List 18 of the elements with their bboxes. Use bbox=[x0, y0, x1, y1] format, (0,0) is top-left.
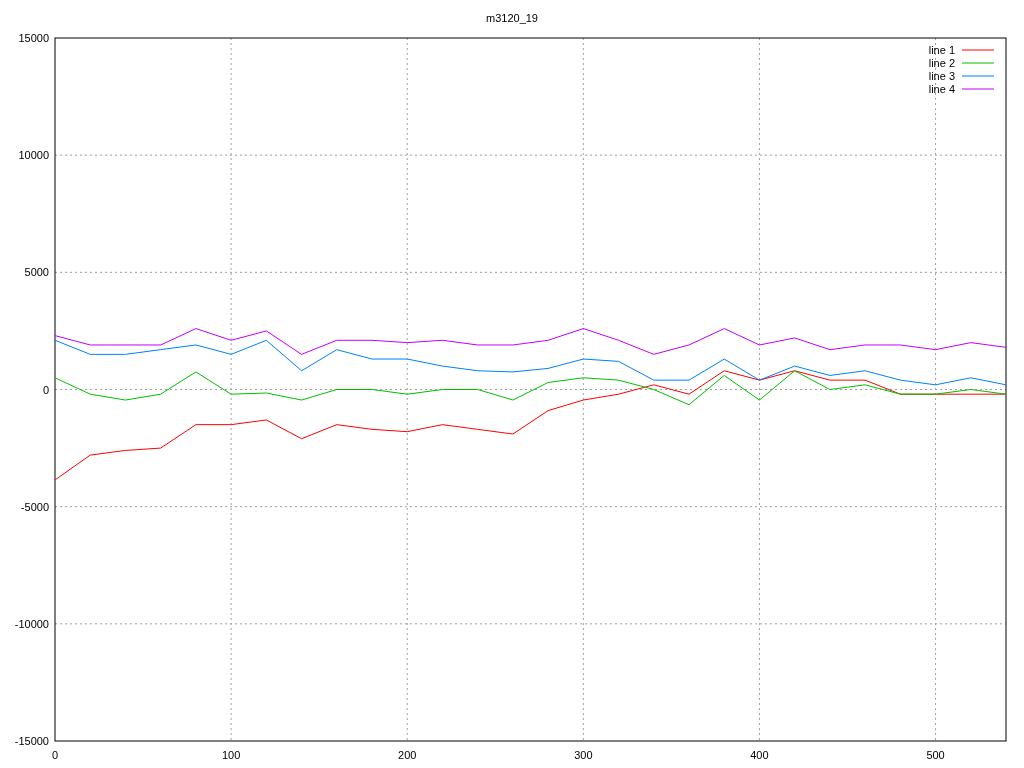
chart-title: m3120_19 bbox=[486, 12, 538, 24]
x-tick-label: 100 bbox=[221, 749, 241, 761]
y-tick-label: -15000 bbox=[14, 735, 49, 747]
y-tick-label: 0 bbox=[42, 383, 49, 396]
y-tick-label: -10000 bbox=[14, 617, 49, 630]
x-tick-label: 300 bbox=[574, 749, 593, 761]
x-tick-label: 0 bbox=[51, 749, 59, 761]
legend-label: line 1 bbox=[928, 44, 955, 56]
x-tick-label: 200 bbox=[398, 749, 417, 761]
x-tick-label: 400 bbox=[750, 749, 769, 761]
y-tick-label: 10000 bbox=[18, 149, 49, 162]
y-tick-label: 15000 bbox=[18, 32, 49, 44]
x-tick-label: 500 bbox=[926, 749, 945, 761]
y-tick-label: -5000 bbox=[20, 500, 49, 513]
legend-label: line 2 bbox=[928, 57, 955, 69]
legend-label: line 4 bbox=[928, 83, 955, 95]
legend-label: line 3 bbox=[928, 70, 955, 82]
y-tick-label: 5000 bbox=[24, 266, 49, 279]
